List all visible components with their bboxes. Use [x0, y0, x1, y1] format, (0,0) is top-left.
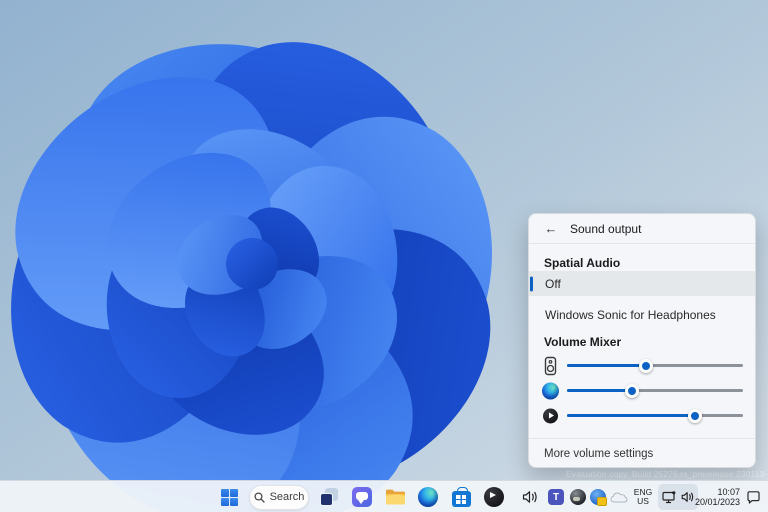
slider-thumb[interactable] [688, 409, 702, 423]
slider-thumb[interactable] [625, 384, 639, 398]
network-monitor-icon [662, 491, 676, 504]
chat-button[interactable] [349, 484, 375, 510]
flyout-header: ← Sound output [529, 214, 755, 244]
speaker-waves-icon [522, 490, 539, 504]
search-box[interactable]: Search [249, 485, 309, 510]
volume-icon [681, 491, 695, 503]
tray-teams-button[interactable]: T [547, 481, 565, 512]
edge-button[interactable] [415, 484, 441, 510]
mixer-row-system [529, 353, 755, 378]
slider-track[interactable] [567, 364, 743, 367]
teams-icon: T [548, 489, 564, 505]
slider-thumb[interactable] [639, 359, 653, 373]
tray-security-button[interactable] [589, 481, 607, 512]
slider-track[interactable] [567, 414, 743, 417]
selected-accent-bar [530, 276, 533, 291]
windows-logo-icon [221, 489, 238, 506]
search-icon [254, 492, 265, 503]
notification-center-button[interactable] [743, 481, 763, 512]
microsoft-edge-icon [418, 487, 438, 507]
mixer-row-edge [529, 378, 755, 403]
security-lock-icon [590, 489, 606, 505]
app-sphere-icon [570, 489, 586, 505]
media-player-button[interactable] [481, 484, 507, 510]
clock-time: 10:07 [717, 487, 740, 498]
speaker-device-icon [541, 356, 560, 375]
volume-mixer-section-label: Volume Mixer [529, 335, 755, 349]
microsoft-store-button[interactable] [448, 484, 474, 510]
spatial-audio-section-label: Spatial Audio [529, 256, 755, 270]
media-player-icon [541, 406, 560, 425]
sound-output-flyout: ← Sound output Spatial Audio Off Windows… [528, 213, 756, 468]
microsoft-edge-icon [541, 381, 560, 400]
option-label: Off [545, 277, 561, 291]
volume-slider-media-player[interactable] [567, 403, 743, 428]
tray-volume-button[interactable] [520, 481, 540, 512]
tray-language-button[interactable]: ENG US [631, 481, 655, 512]
microsoft-store-icon [452, 491, 471, 507]
file-explorer-icon [385, 488, 406, 506]
spatial-audio-option-windows-sonic[interactable]: Windows Sonic for Headphones [529, 302, 755, 327]
spatial-audio-option-off[interactable]: Off [529, 271, 755, 296]
tray-clock[interactable]: 10:07 20/01/2023 [700, 481, 740, 512]
clock-date: 20/01/2023 [695, 497, 740, 508]
mixer-row-media-player [529, 403, 755, 428]
slider-fill [567, 414, 695, 417]
onedrive-cloud-icon [610, 491, 628, 503]
task-view-icon [320, 488, 339, 507]
option-label: Windows Sonic for Headphones [545, 308, 716, 322]
taskbar: Search [0, 480, 768, 512]
notification-center-icon [746, 490, 761, 505]
tray-network-volume-button[interactable] [658, 484, 698, 510]
start-button[interactable] [216, 484, 242, 510]
volume-slider-system[interactable] [567, 353, 743, 378]
slider-fill [567, 389, 632, 392]
media-player-icon [484, 487, 504, 507]
back-arrow-icon[interactable]: ← [542, 220, 560, 238]
task-view-button[interactable] [316, 484, 342, 510]
search-label: Search [270, 491, 305, 503]
tray-onedrive-button[interactable] [609, 481, 629, 512]
more-volume-settings-link[interactable]: More volume settings [529, 439, 755, 468]
volume-slider-edge[interactable] [567, 378, 743, 403]
chat-icon [352, 487, 372, 507]
file-explorer-button[interactable] [382, 484, 408, 510]
slider-track[interactable] [567, 389, 743, 392]
slider-fill [567, 364, 646, 367]
language-line2: US [637, 497, 649, 507]
flyout-title: Sound output [570, 222, 641, 236]
tray-app-button[interactable] [569, 481, 587, 512]
